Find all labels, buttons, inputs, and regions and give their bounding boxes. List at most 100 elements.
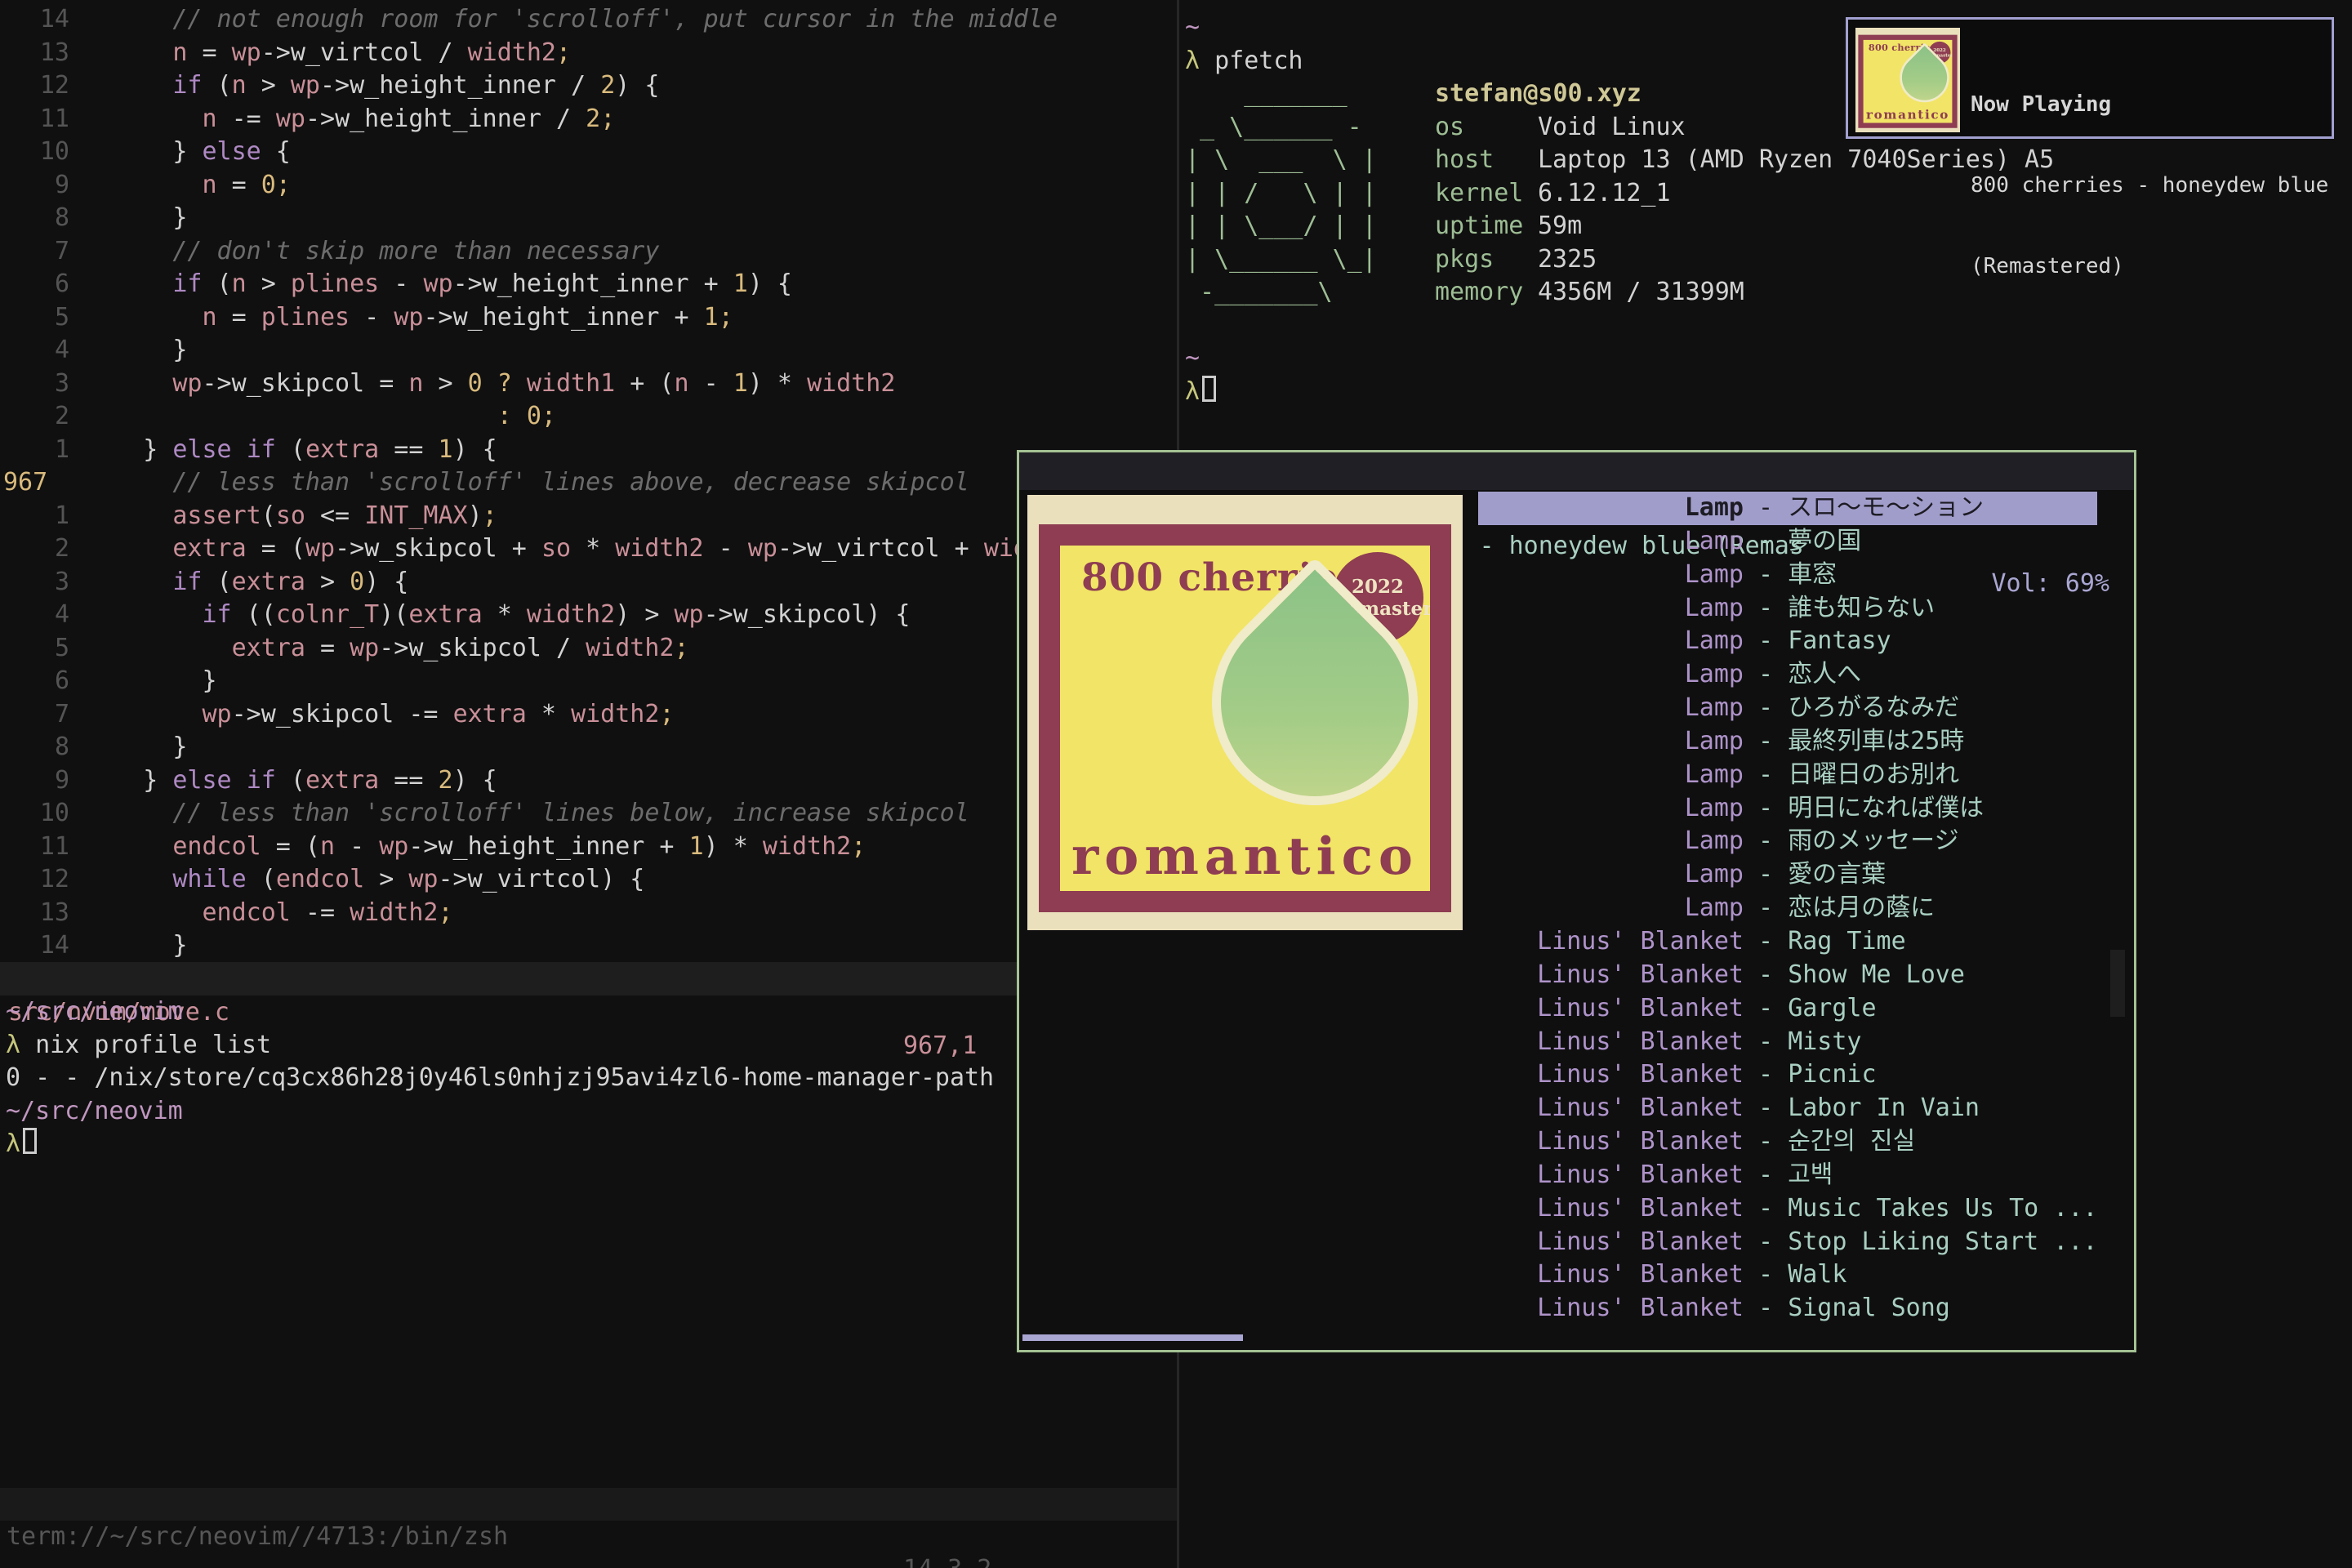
id-text: width2 [807,368,895,401]
playlist-artist: Linus' Blanket [1478,1026,1744,1059]
playlist-item[interactable]: Linus' Blanket - 고백 [1478,1159,2097,1192]
playlist-item[interactable]: Linus' Blanket - Gargle [1478,992,2097,1026]
code-line[interactable]: 12 if (n > wp->w_height_inner / 2) { [0,69,1177,103]
code-line[interactable]: 7 // don't skip more than necessary [0,235,1177,269]
code-line[interactable]: 4 } [0,334,1177,368]
code-line[interactable]: 8 } [0,731,1177,764]
kw-text: if [84,69,203,103]
op-text: + [497,532,541,566]
playlist-item[interactable]: Linus' Blanket - Music Takes Us To ... [1478,1192,2097,1226]
playlist-item[interactable]: Lamp - スロ〜モ〜ション [1478,492,2097,525]
op-text: + [644,831,688,864]
code-line[interactable]: 13 n = wp->w_virtcol / width2; [0,37,1177,70]
playlist-scrollbar[interactable] [2110,950,2125,1017]
playlist-item[interactable]: Lamp - 明日になれば僕は [1478,792,2097,826]
code-line[interactable]: 14 // not enough room for 'scrolloff', p… [0,3,1177,37]
playlist-item[interactable]: Linus' Blanket - Picnic [1478,1058,2097,1092]
line-number: 14 [0,3,84,37]
kw-text: if [247,764,276,798]
code-line[interactable]: 2 extra = (wp->w_skipcol + so * width2 -… [0,532,1177,566]
code-line[interactable]: 7 wp->w_skipcol -= extra * width2; [0,698,1177,732]
line-number: 1 [0,500,84,533]
shell-line[interactable]: ~ [1185,342,2054,376]
playlist-item[interactable]: Lamp - 誰も知らない [1478,592,2097,626]
terminal-buffer[interactable]: ~/src/neovimλ nix profile list0 - - /nix… [6,996,994,1161]
op-text: -> [439,863,468,897]
code-line[interactable]: 11 n -= wp->w_height_inner / 2; [0,103,1177,136]
playlist-title: Picnic [1788,1058,1876,1092]
kw-text: else [203,136,261,169]
code-line[interactable]: 12 while (endcol > wp->w_virtcol) { [0,863,1177,897]
code-line[interactable]: 10 // less than 'scrolloff' lines below,… [0,797,1177,831]
op-text: = [187,37,231,70]
code-line[interactable]: 9 } else if (extra == 2) { [0,764,1177,798]
playlist-artist: Linus' Blanket [1478,1292,1744,1325]
shell-line[interactable]: λ [6,1128,994,1161]
pfetch-row: | \ ___ \ |hostLaptop 13 (AMD Ryzen 7040… [1185,144,2054,177]
playlist-item[interactable]: Lamp - ひろがるなみだ [1478,692,2097,725]
code-line[interactable]: 9 n = 0; [0,169,1177,203]
playlist-item[interactable]: Lamp - 最終列車は25時 [1478,725,2097,759]
playlist-item[interactable]: Lamp - 愛の言葉 [1478,858,2097,892]
playlist-item[interactable]: Linus' Blanket - 순간의 진실 [1478,1125,2097,1159]
dir-text: ~ [1185,342,1200,376]
playlist-item[interactable]: Lamp - 車窓 [1478,559,2097,592]
playlist-item[interactable]: Lamp - 夢の国 [1478,525,2097,559]
shell-line[interactable]: 0 - - /nix/store/cq3cx86h28j0y46ls0nhjzj… [6,1062,994,1095]
playlist-item[interactable]: Lamp - 恋は月の蔭に [1478,892,2097,925]
playlist-item[interactable]: Linus' Blanket - Stop Liking Start ... [1478,1226,2097,1259]
code-line[interactable]: 14 } [0,929,1177,963]
playlist-item[interactable]: Linus' Blanket - Signal Song [1478,1292,2097,1325]
code-line[interactable]: 2 : 0; [0,400,1177,434]
id-text: n [84,37,187,70]
playlist-artist: Linus' Blanket [1478,1159,1744,1192]
notification-text: Now Playing 800 cherries - honeydew blue… [1971,38,2328,334]
line-number: 5 [0,301,84,335]
playlist-item[interactable]: Linus' Blanket - Rag Time [1478,925,2097,959]
id-text: extra [232,566,305,599]
code-line[interactable]: 8 } [0,202,1177,235]
op-text: - [379,268,423,301]
code-line[interactable]: 3 wp->w_skipcol = n > 0 ? width1 + (n - … [0,368,1177,401]
music-player-window[interactable]: [Playing] herries - honeydew blue (Remas… [1017,450,2136,1352]
id-text: endcol [276,863,364,897]
playback-progress-bar[interactable] [1022,1334,1243,1341]
code-line[interactable]: 5 n = plines - wp->w_height_inner + 1; [0,301,1177,335]
code-line[interactable]: 1 assert(so <= INT_MAX); [0,500,1177,533]
playlist-item[interactable]: Linus' Blanket - Show Me Love [1478,959,2097,992]
shell-line[interactable]: λ nix profile list [6,1029,994,1062]
nvim-pane[interactable]: 14 // not enough room for 'scrolloff', p… [0,0,1177,1568]
shell-line[interactable]: ~/src/neovim [6,996,994,1029]
playlist-item[interactable]: Lamp - Fantasy [1478,625,2097,658]
code-line[interactable]: 6 if (n > plines - wp->w_height_inner + … [0,268,1177,301]
code-line[interactable]: 6 } [0,665,1177,698]
code-buffer[interactable]: 14 // not enough room for 'scrolloff', p… [0,3,1177,963]
code-line[interactable]: 967 // less than 'scrolloff' lines above… [0,466,1177,500]
code-line[interactable]: 3 if (extra > 0) { [0,566,1177,599]
pun-text: ; [276,169,291,203]
code-line[interactable]: 13 endcol -= width2; [0,897,1177,930]
playlist-item[interactable]: Linus' Blanket - Walk [1478,1258,2097,1292]
code-line[interactable]: 1 } else if (extra == 1) { [0,434,1177,467]
shell-line[interactable]: ~/src/neovim [6,1095,994,1129]
op-text: > [364,863,408,897]
playlist-item[interactable]: Linus' Blanket - Misty [1478,1026,2097,1059]
op-text: ) { [615,69,659,103]
shell-line[interactable]: λ [1185,376,2054,409]
playlist-item[interactable]: Lamp - 雨のメッセージ [1478,825,2097,858]
playlist-item[interactable]: Lamp - 日曜日のお別れ [1478,759,2097,792]
void-logo-ascii: _ \______ - [1185,111,1435,145]
code-line[interactable]: 5 extra = wp->w_skipcol / width2; [0,632,1177,666]
now-playing-notification[interactable]: 800 cherries 2022 Remaster romantico Now… [1846,17,2334,139]
code-line[interactable]: 11 endcol = (n - wp->w_height_inner + 1)… [0,831,1177,864]
op-text: / [556,69,600,103]
playlist-item[interactable]: Linus' Blanket - Labor In Vain [1478,1092,2097,1125]
kw-text: while [84,863,247,897]
playlist-item[interactable]: Lamp - 恋人へ [1478,658,2097,692]
op-text: -> [335,532,364,566]
playlist[interactable]: Lamp - スロ〜モ〜ションLamp - 夢の国Lamp - 車窓Lamp -… [1478,492,2097,1325]
code-line[interactable]: 10 } else { [0,136,1177,169]
id-text: width2 [350,897,438,930]
op-text: -= [291,897,350,930]
code-line[interactable]: 4 if ((colnr_T)(extra * width2) > wp->w_… [0,599,1177,632]
